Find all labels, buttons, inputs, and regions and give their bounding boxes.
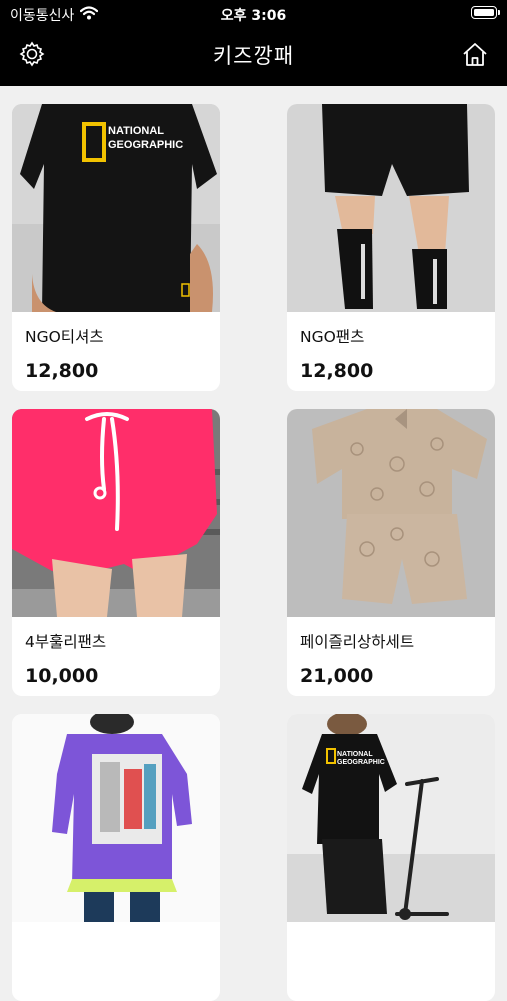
product-price: 12,800 [300, 360, 374, 382]
brand-line-2: GEOGRAPHIC [337, 759, 385, 766]
product-image [287, 409, 495, 617]
product-name: NGO팬츠 [300, 328, 365, 346]
home-button[interactable] [459, 40, 491, 72]
product-name: NGO티셔츠 [25, 328, 104, 346]
status-time: 오후 3:06 [220, 8, 287, 24]
product-image [12, 409, 220, 617]
page-title: 키즈깡패 [212, 44, 295, 68]
product-card[interactable]: NGO팬츠 12,800 [287, 104, 495, 391]
nav-bar: 키즈깡패 [0, 26, 507, 86]
battery-icon [471, 6, 500, 19]
product-name: 4부훌리팬츠 [25, 633, 107, 651]
brand-line-2: GEOGRAPHIC [108, 139, 183, 151]
product-image: NATIONAL GEOGRAPHIC [12, 104, 220, 312]
home-icon [461, 40, 489, 72]
product-price: 10,000 [25, 665, 99, 687]
product-card[interactable]: NATIONAL GEOGRAPHIC [287, 714, 495, 1001]
product-card[interactable] [12, 714, 220, 1001]
brand-line-1: NATIONAL [337, 751, 373, 758]
product-card[interactable]: NATIONAL GEOGRAPHIC NGO티셔츠 12,800 [12, 104, 220, 391]
product-image [12, 714, 220, 922]
status-bar: 이동통신사 오후 3:06 [0, 0, 507, 26]
product-card[interactable]: 4부훌리팬츠 10,000 [12, 409, 220, 696]
product-price: 12,800 [25, 360, 99, 382]
brand-line-1: NATIONAL [108, 125, 164, 137]
product-image: NATIONAL GEOGRAPHIC [287, 714, 495, 922]
product-image [287, 104, 495, 312]
product-price: 21,000 [300, 665, 374, 687]
product-grid: NATIONAL GEOGRAPHIC NGO티셔츠 12,800 NGO팬츠 … [12, 104, 495, 1001]
product-card[interactable]: 페이즐리상하세트 21,000 [287, 409, 495, 696]
product-name: 페이즐리상하세트 [300, 633, 415, 651]
